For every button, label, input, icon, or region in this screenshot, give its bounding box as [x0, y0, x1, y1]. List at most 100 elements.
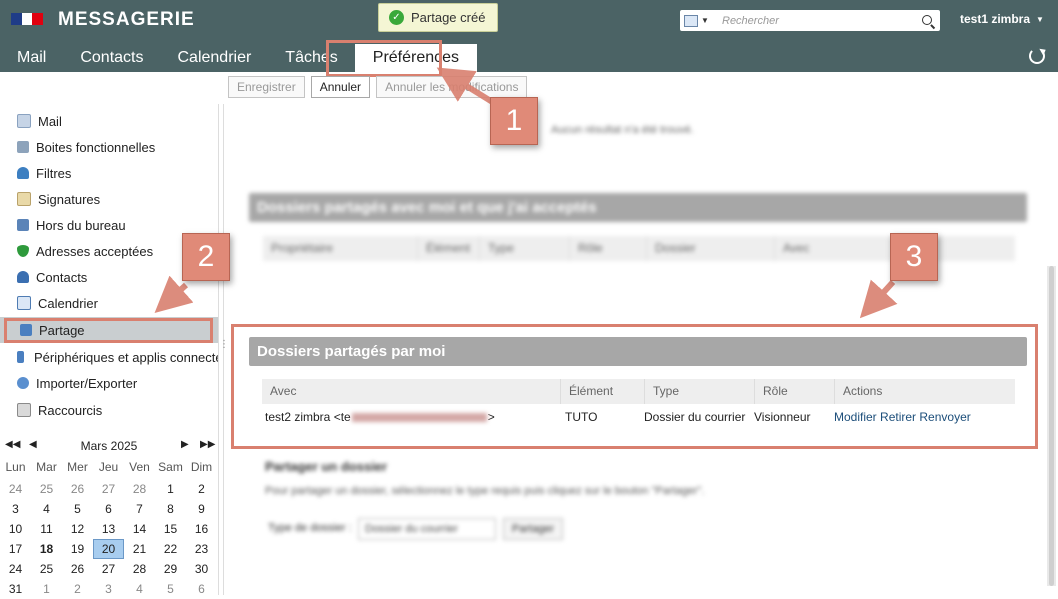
calendar-day[interactable]: 26: [62, 479, 93, 499]
calendar-day[interactable]: 24: [0, 479, 31, 499]
weekday-label: Lun: [5, 460, 26, 474]
sidebar-item-label: Adresses acceptées: [36, 243, 154, 259]
weekday-label: Mar: [36, 460, 57, 474]
out-of-office-icon: [17, 219, 29, 231]
search-input[interactable]: [722, 14, 918, 27]
calendar-day[interactable]: 23: [186, 539, 217, 559]
calendar-day[interactable]: 10: [0, 519, 31, 539]
sidebar-item-mail[interactable]: Mail: [0, 108, 218, 134]
cancel-button[interactable]: Annuler: [310, 76, 371, 98]
tab-contacts[interactable]: Contacts: [63, 44, 160, 72]
folder-type-select[interactable]: Dossier du courrier: [358, 518, 496, 540]
calendar-day[interactable]: 6: [93, 499, 124, 519]
revert-button[interactable]: Annuler les modifications: [376, 76, 528, 98]
calendar-day[interactable]: 4: [124, 579, 155, 599]
search-scope-icon: [684, 14, 698, 27]
user-menu[interactable]: test1 zimbra ▼: [960, 12, 1044, 26]
weekday-label: Sam: [158, 460, 183, 474]
sidebar-item-label: Calendrier: [38, 295, 98, 311]
annotation-highlight-partage: [4, 318, 213, 343]
envelope-icon: [17, 114, 31, 128]
filter-icon: [17, 167, 29, 179]
sidebar-item-raccourcis[interactable]: Raccourcis: [0, 397, 218, 423]
next-month-button[interactable]: ▶: [181, 439, 189, 450]
accepted-shares-header: Dossiers partagés avec moi et que j'ai a…: [249, 193, 1027, 222]
calendar-day[interactable]: 3: [93, 579, 124, 599]
calendar-weekdays: Lun Mar Mer Jeu Ven Sam Dim: [0, 460, 218, 474]
calendar-day[interactable]: 29: [155, 559, 186, 579]
check-icon: ✓: [389, 10, 404, 25]
sidebar-item-peripheriques[interactable]: Périphériques et applis connectés: [0, 344, 218, 370]
calendar-day[interactable]: 5: [155, 579, 186, 599]
annotation-highlight-shared-by-me: [231, 324, 1038, 449]
calendar-day[interactable]: 1: [155, 479, 186, 499]
contact-icon: [17, 271, 29, 283]
share-button[interactable]: Partager: [503, 518, 563, 540]
calendar-day[interactable]: 18: [31, 539, 62, 559]
calendar-day[interactable]: 2: [62, 579, 93, 599]
calendar-day[interactable]: 16: [186, 519, 217, 539]
calendar-day[interactable]: 21: [124, 539, 155, 559]
calendar-day[interactable]: 3: [0, 499, 31, 519]
calendar-day[interactable]: 22: [155, 539, 186, 559]
sidebar-item-calendrier[interactable]: Calendrier: [0, 290, 218, 316]
calendar-day[interactable]: 28: [124, 559, 155, 579]
tab-mail[interactable]: Mail: [0, 44, 63, 72]
sidebar-item-label: Périphériques et applis connectés: [34, 349, 218, 365]
calendar-day[interactable]: 19: [62, 539, 93, 559]
sidebar-item-importer-exporter[interactable]: Importer/Exporter: [0, 370, 218, 396]
calendar-day[interactable]: 2: [186, 479, 217, 499]
shield-icon: [17, 245, 29, 257]
weekday-label: Mer: [67, 460, 88, 474]
calendar-day[interactable]: 27: [93, 559, 124, 579]
search-icon[interactable]: [922, 14, 934, 27]
calendar-day[interactable]: 7: [124, 499, 155, 519]
save-button[interactable]: Enregistrer: [228, 76, 305, 98]
calendar-day[interactable]: 9: [186, 499, 217, 519]
search-type-dropdown[interactable]: ▼: [680, 14, 722, 27]
chevron-down-icon: ▼: [701, 16, 709, 25]
calendar-day[interactable]: 4: [31, 499, 62, 519]
shortcut-icon: [17, 403, 31, 417]
calendar-day[interactable]: 5: [62, 499, 93, 519]
search-bar: ▼: [680, 10, 940, 31]
sidebar-item-filtres[interactable]: Filtres: [0, 160, 218, 186]
sidebar-item-boites-fonctionnelles[interactable]: Boites fonctionnelles: [0, 134, 218, 160]
calendar-day[interactable]: 27: [93, 479, 124, 499]
calendar-day[interactable]: 30: [186, 559, 217, 579]
next-year-button[interactable]: ▶▶: [200, 439, 215, 450]
share-folder-help: Pour partager un dossier, sélectionnez l…: [265, 485, 705, 497]
mailboxes-icon: [17, 141, 29, 153]
calendar-day[interactable]: 15: [155, 519, 186, 539]
splitter-grip: ⋮: [219, 339, 229, 350]
calendar-day[interactable]: 17: [0, 539, 31, 559]
app-header: MESSAGERIE ▼ test1 zimbra ▼ Mail Contact…: [0, 0, 1058, 72]
app-title: MESSAGERIE: [58, 9, 195, 30]
callout-1: 1: [490, 97, 538, 145]
calendar-day[interactable]: 20: [93, 539, 124, 559]
calendar-day[interactable]: 24: [0, 559, 31, 579]
refresh-icon[interactable]: [1029, 48, 1045, 64]
calendar-day[interactable]: 25: [31, 479, 62, 499]
calendar-day[interactable]: 12: [62, 519, 93, 539]
sidebar-item-label: Signatures: [38, 191, 101, 207]
sidebar-item-label: Raccourcis: [38, 402, 103, 418]
calendar-day[interactable]: 28: [124, 479, 155, 499]
content-scrollbar[interactable]: [1047, 266, 1056, 586]
calendar-day[interactable]: 6: [186, 579, 217, 599]
toast-message: Partage créé: [411, 10, 486, 25]
calendar-day[interactable]: 13: [93, 519, 124, 539]
calendar-day[interactable]: 25: [31, 559, 62, 579]
sidebar-item-label: Contacts: [36, 269, 88, 285]
signature-icon: [17, 192, 31, 206]
column-header: Propriétaire: [263, 236, 418, 261]
tab-calendrier[interactable]: Calendrier: [160, 44, 268, 72]
sidebar-item-signatures[interactable]: Signatures: [0, 186, 218, 212]
calendar-day[interactable]: 26: [62, 559, 93, 579]
calendar-day[interactable]: 14: [124, 519, 155, 539]
calendar-day[interactable]: 8: [155, 499, 186, 519]
calendar-day[interactable]: 31: [0, 579, 31, 599]
calendar-day[interactable]: 11: [31, 519, 62, 539]
weekday-label: Dim: [190, 460, 213, 474]
calendar-day[interactable]: 1: [31, 579, 62, 599]
